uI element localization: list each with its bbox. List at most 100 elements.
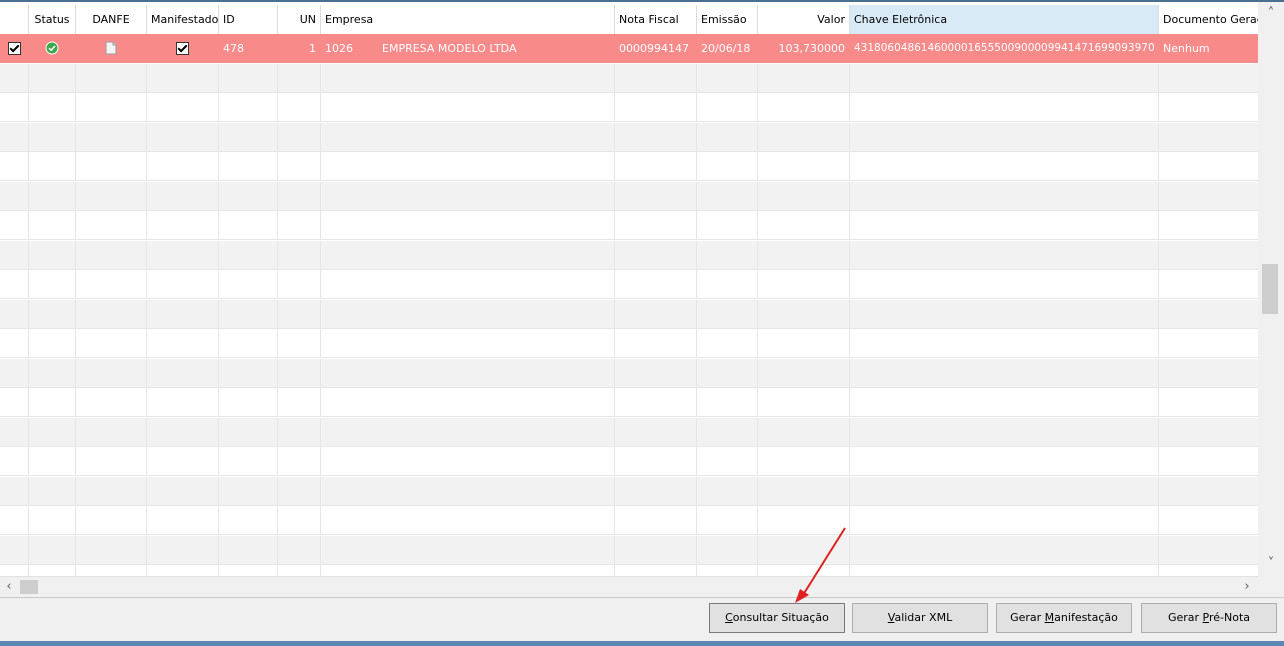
table-row[interactable]: [0, 299, 1258, 329]
table-cell: [758, 211, 850, 240]
table-row[interactable]: [0, 565, 1258, 576]
table-row[interactable]: [0, 93, 1258, 122]
table-cell: [219, 417, 278, 447]
table-cell: [278, 152, 321, 181]
header-un[interactable]: UN: [278, 5, 321, 34]
table-cell: [147, 299, 219, 329]
header-valor[interactable]: Valor: [758, 5, 850, 34]
table-cell: [1159, 388, 1258, 417]
header-chave-eletronica[interactable]: Chave Eletrônica: [850, 5, 1159, 34]
vertical-scrollbar[interactable]: ˄ ˅: [1258, 2, 1284, 576]
table-cell: [697, 93, 758, 122]
table-cell: [147, 93, 219, 122]
table-row[interactable]: [0, 506, 1258, 535]
data-grid[interactable]: Status DANFE Manifestado ID UN Empresa N…: [0, 2, 1258, 576]
table-cell: [1159, 152, 1258, 181]
scroll-down-icon[interactable]: ˅: [1262, 556, 1280, 572]
table-cell: [29, 63, 76, 93]
table-cell: [0, 211, 29, 240]
scroll-right-icon[interactable]: ›: [1238, 579, 1256, 595]
table-row[interactable]: [0, 240, 1258, 270]
table-cell: [278, 299, 321, 329]
table-row[interactable]: [0, 329, 1258, 358]
scroll-left-icon[interactable]: ‹: [0, 579, 18, 595]
manifestado-checkbox[interactable]: [147, 34, 219, 63]
table-cell: [697, 152, 758, 181]
table-row[interactable]: [0, 181, 1258, 211]
table-row[interactable]: [0, 388, 1258, 417]
header-nota-fiscal[interactable]: Nota Fiscal: [615, 5, 697, 34]
header-documento-gerado[interactable]: Documento Gerac: [1159, 5, 1258, 34]
window-bottom-border: [0, 641, 1284, 646]
horizontal-scrollbar[interactable]: ‹ ›: [0, 576, 1258, 597]
empresa-name: EMPRESA MODELO LTDA: [382, 42, 517, 55]
table-cell: [0, 506, 29, 535]
header-empresa[interactable]: Empresa: [321, 5, 615, 34]
table-cell: [0, 476, 29, 506]
table-cell: [615, 417, 697, 447]
table-cell: [76, 93, 147, 122]
header-status[interactable]: Status: [29, 5, 76, 34]
table-cell: [615, 447, 697, 476]
horizontal-scroll-thumb[interactable]: [20, 580, 38, 594]
table-cell: [147, 211, 219, 240]
document-icon[interactable]: [105, 41, 117, 55]
table-cell: [758, 388, 850, 417]
table-cell: [850, 417, 1159, 447]
table-cell: [697, 240, 758, 270]
table-cell: [615, 63, 697, 93]
header-emissao[interactable]: Emissão: [697, 5, 758, 34]
gerar-manifestacao-button[interactable]: Gerar Manifestação: [996, 603, 1132, 633]
button-label-mnemonic: C: [725, 611, 733, 624]
table-cell: [758, 122, 850, 152]
table-cell: [147, 329, 219, 358]
table-cell: [321, 63, 615, 93]
row-select-checkbox[interactable]: [0, 34, 29, 63]
table-row[interactable]: [0, 535, 1258, 565]
table-cell: [758, 535, 850, 565]
table-cell: [29, 447, 76, 476]
scroll-up-icon[interactable]: ˄: [1262, 6, 1280, 22]
table-cell: [850, 565, 1159, 576]
gerar-pre-nota-button[interactable]: Gerar Pré-Nota: [1141, 603, 1277, 633]
table-cell: [850, 181, 1159, 211]
table-cell: [0, 329, 29, 358]
table-cell: [0, 358, 29, 388]
table-cell: [29, 181, 76, 211]
chave-value-suffix: 0: [1147, 42, 1155, 54]
table-cell: [758, 270, 850, 299]
table-row-selected[interactable]: 478 1 1026 EMPRESA MODELO LTDA 000099414…: [0, 34, 1258, 63]
table-cell: [0, 535, 29, 565]
table-row[interactable]: [0, 63, 1258, 93]
table-cell: [850, 211, 1159, 240]
button-bar-separator: [0, 597, 1284, 598]
button-label-prefix: Gerar: [1167, 611, 1203, 624]
consultar-situacao-button[interactable]: Consultar Situação: [709, 603, 845, 633]
cell-documento-gerado: Nenhum: [1163, 42, 1210, 55]
table-row[interactable]: [0, 476, 1258, 506]
header-manifestado[interactable]: Manifestado: [147, 5, 219, 34]
danfe-cell[interactable]: [76, 34, 147, 63]
table-cell: [147, 447, 219, 476]
table-cell: [278, 93, 321, 122]
table-row[interactable]: [0, 417, 1258, 447]
checkbox-checked-icon: [176, 41, 189, 55]
table-row[interactable]: [0, 152, 1258, 181]
vertical-scroll-thumb[interactable]: [1262, 264, 1278, 314]
table-row[interactable]: [0, 358, 1258, 388]
header-danfe[interactable]: DANFE: [76, 5, 147, 34]
table-row[interactable]: [0, 270, 1258, 299]
validar-xml-button[interactable]: Validar XML: [852, 603, 988, 633]
table-cell: [321, 535, 615, 565]
table-cell: [321, 329, 615, 358]
table-cell: [850, 388, 1159, 417]
table-row[interactable]: [0, 447, 1258, 476]
table-cell: [219, 181, 278, 211]
header-checkbox-column[interactable]: [0, 5, 29, 34]
table-cell: [0, 152, 29, 181]
table-row[interactable]: [0, 122, 1258, 152]
table-cell: [758, 93, 850, 122]
header-id[interactable]: ID: [219, 5, 278, 34]
table-row[interactable]: [0, 211, 1258, 240]
table-cell: [615, 329, 697, 358]
